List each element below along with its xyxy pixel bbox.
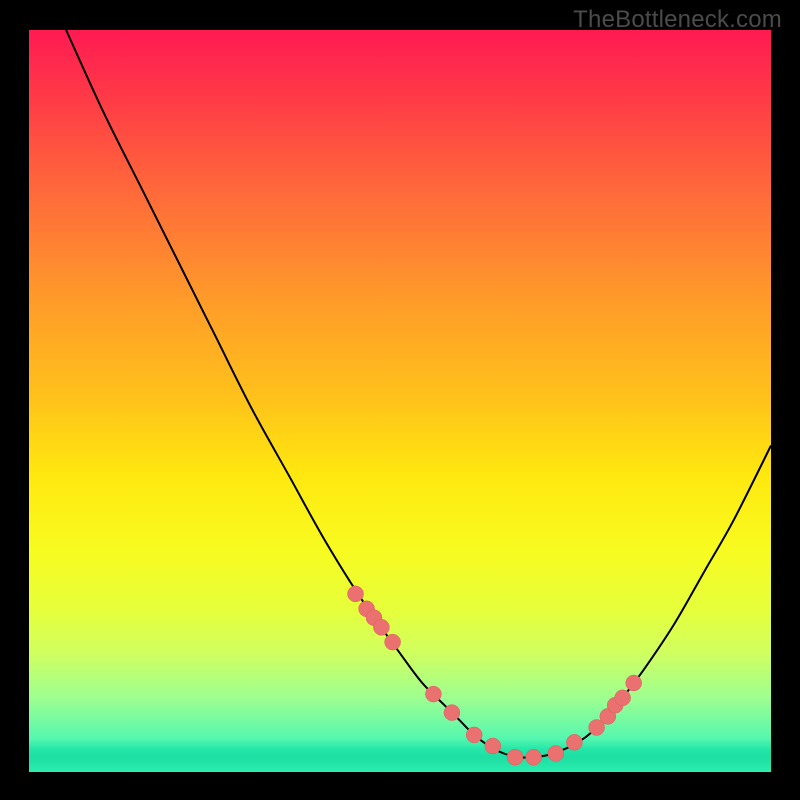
- threshold-dot: [385, 634, 401, 650]
- threshold-dot: [373, 619, 389, 635]
- bottleneck-chart: [29, 30, 771, 772]
- threshold-dot: [566, 734, 582, 750]
- threshold-dot: [466, 727, 482, 743]
- threshold-dot: [485, 738, 501, 754]
- threshold-dot: [444, 705, 460, 721]
- threshold-dots-group: [348, 586, 642, 765]
- threshold-dot: [348, 586, 364, 602]
- threshold-dot: [548, 746, 564, 762]
- threshold-dot: [626, 675, 642, 691]
- threshold-dot: [425, 686, 441, 702]
- threshold-dot: [526, 749, 542, 765]
- threshold-dot: [507, 749, 523, 765]
- threshold-dot: [615, 690, 631, 706]
- bottleneck-curve: [66, 30, 771, 758]
